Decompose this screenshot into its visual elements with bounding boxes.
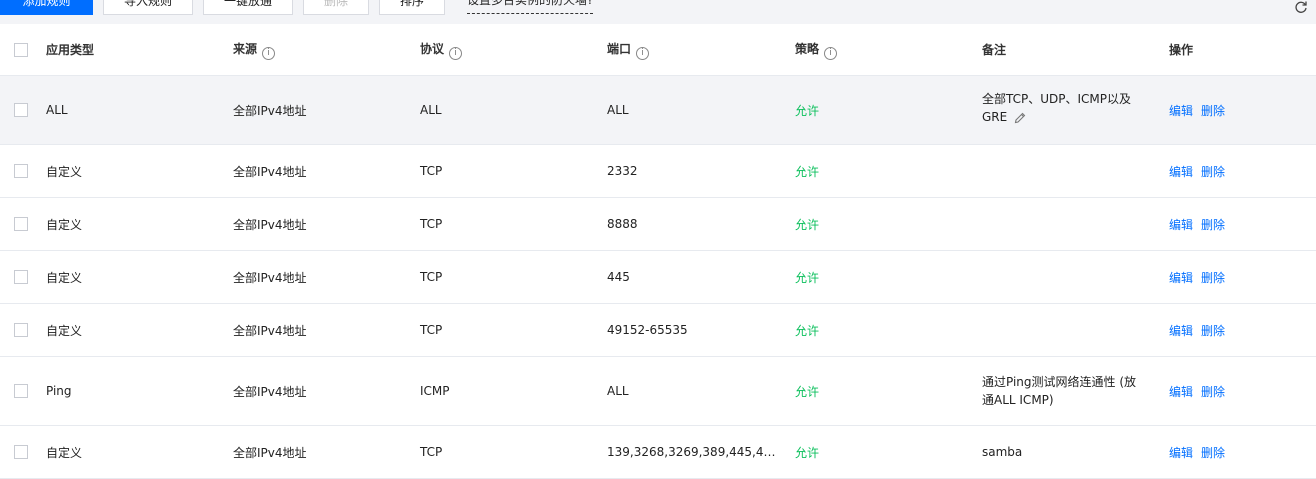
edit-rule-link[interactable]: 编辑 [1169,324,1193,338]
policy-info-icon[interactable]: i [824,46,838,60]
edit-rule-link[interactable]: 编辑 [1169,385,1193,399]
cell-source: 全部IPv4地址 [233,425,420,479]
row-checkbox[interactable] [14,323,28,338]
cell-type: 自定义 [46,250,233,304]
cell-source: 全部IPv4地址 [233,75,420,145]
edit-rule-link[interactable]: 编辑 [1169,104,1193,118]
edit-rule-link[interactable]: 编辑 [1169,218,1193,232]
row-checkbox[interactable] [14,445,28,460]
multi-instance-firewall-link[interactable]: 设置多台实例的防火墙? [467,0,594,14]
cell-source: 全部IPv4地址 [233,197,420,251]
row-checkbox[interactable] [14,164,28,179]
edit-rule-link[interactable]: 编辑 [1169,165,1193,179]
edit-rule-link[interactable]: 编辑 [1169,446,1193,460]
row-checkbox[interactable] [14,270,28,285]
cell-policy: 允许 [795,197,982,251]
cell-port: 8888 [607,197,795,251]
toolbar: 添加规则 导入规则 一键放通 删除 排序 设置多台实例的防火墙? [0,0,1316,16]
cell-port: 139,3268,3269,389,445,464,... [607,445,777,459]
table-row: 自定义 全部IPv4地址 TCP 445 允许 编辑 删除 [0,250,1316,304]
cell-policy: 允许 [795,144,982,198]
cell-note: samba [982,425,1169,479]
cell-type: 自定义 [46,197,233,251]
port-info-icon[interactable]: i [636,46,650,60]
cell-protocol: TCP [420,250,607,304]
cell-source: 全部IPv4地址 [233,250,420,304]
delete-rule-link[interactable]: 删除 [1201,165,1225,179]
edit-note-pencil-icon[interactable] [1013,111,1027,130]
header-source: 来源 i [233,24,420,76]
table-header-row: 应用类型 来源 i 协议 i 端口 i 策略 i 备注 操作 [0,24,1316,76]
source-info-icon[interactable]: i [262,46,276,60]
delete-rule-link[interactable]: 删除 [1201,104,1225,118]
header-policy: 策略 i [795,24,982,76]
table-row: 自定义 全部IPv4地址 TCP 8888 允许 编辑 删除 [0,197,1316,251]
cell-note [982,250,1169,304]
cell-note [982,303,1169,357]
cell-protocol: ALL [420,75,607,145]
security-rules-table: 应用类型 来源 i 协议 i 端口 i 策略 i 备注 操作 ALL 全部IPv4地址 … [0,24,1316,479]
add-rule-button[interactable]: 添加规则 [0,0,93,15]
table-row: Ping 全部IPv4地址 ICMP ALL 允许 通过Ping测试网络连通性 … [0,356,1316,426]
row-checkbox[interactable] [14,217,28,232]
header-port: 端口 i [607,24,795,76]
cell-protocol: TCP [420,144,607,198]
cell-policy: 允许 [795,356,982,426]
select-all-checkbox[interactable] [14,42,28,57]
cell-protocol: TCP [420,425,607,479]
delete-rule-link[interactable]: 删除 [1201,271,1225,285]
delete-button[interactable]: 删除 [303,0,369,15]
cell-port: 2332 [607,144,795,198]
import-rule-button[interactable]: 导入规则 [103,0,193,15]
cell-note [982,197,1169,251]
delete-rule-link[interactable]: 删除 [1201,446,1225,460]
cell-policy: 允许 [795,250,982,304]
cell-note: 全部TCP、UDP、ICMP以及GRE [982,92,1132,124]
refresh-icon[interactable] [1294,0,1310,16]
cell-port: ALL [607,75,795,145]
table-row: 自定义 全部IPv4地址 TCP 49152-65535 允许 编辑 删除 [0,303,1316,357]
cell-port: ALL [607,356,795,426]
header-protocol: 协议 i [420,24,607,76]
cell-type: Ping [46,356,233,426]
cell-type: 自定义 [46,303,233,357]
cell-source: 全部IPv4地址 [233,303,420,357]
cell-source: 全部IPv4地址 [233,356,420,426]
cell-policy: 允许 [795,425,982,479]
sort-button[interactable]: 排序 [379,0,445,15]
edit-rule-link[interactable]: 编辑 [1169,271,1193,285]
cell-protocol: ICMP [420,356,607,426]
cell-policy: 允许 [795,303,982,357]
cell-policy: 允许 [795,75,982,145]
cell-protocol: TCP [420,303,607,357]
delete-rule-link[interactable]: 删除 [1201,385,1225,399]
cell-port: 49152-65535 [607,303,795,357]
cell-note: 通过Ping测试网络连通性 (放通ALL ICMP) [982,375,1137,407]
row-checkbox[interactable] [14,103,28,118]
protocol-info-icon[interactable]: i [449,46,463,60]
cell-type: 自定义 [46,144,233,198]
table-row: 自定义 全部IPv4地址 TCP 139,3268,3269,389,445,4… [0,425,1316,479]
cell-protocol: TCP [420,197,607,251]
cell-type: ALL [46,75,233,145]
header-action: 操作 [1169,24,1316,76]
header-app-type: 应用类型 [46,24,233,76]
cell-source: 全部IPv4地址 [233,144,420,198]
delete-rule-link[interactable]: 删除 [1201,324,1225,338]
delete-rule-link[interactable]: 删除 [1201,218,1225,232]
row-checkbox[interactable] [14,384,28,399]
header-note: 备注 [982,24,1169,76]
cell-note [982,144,1169,198]
table-row: ALL 全部IPv4地址 ALL ALL 允许 全部TCP、UDP、ICMP以及… [0,75,1316,145]
table-row: 自定义 全部IPv4地址 TCP 2332 允许 编辑 删除 [0,144,1316,198]
cell-port: 445 [607,250,795,304]
one-click-open-button[interactable]: 一键放通 [203,0,293,15]
cell-type: 自定义 [46,425,233,479]
